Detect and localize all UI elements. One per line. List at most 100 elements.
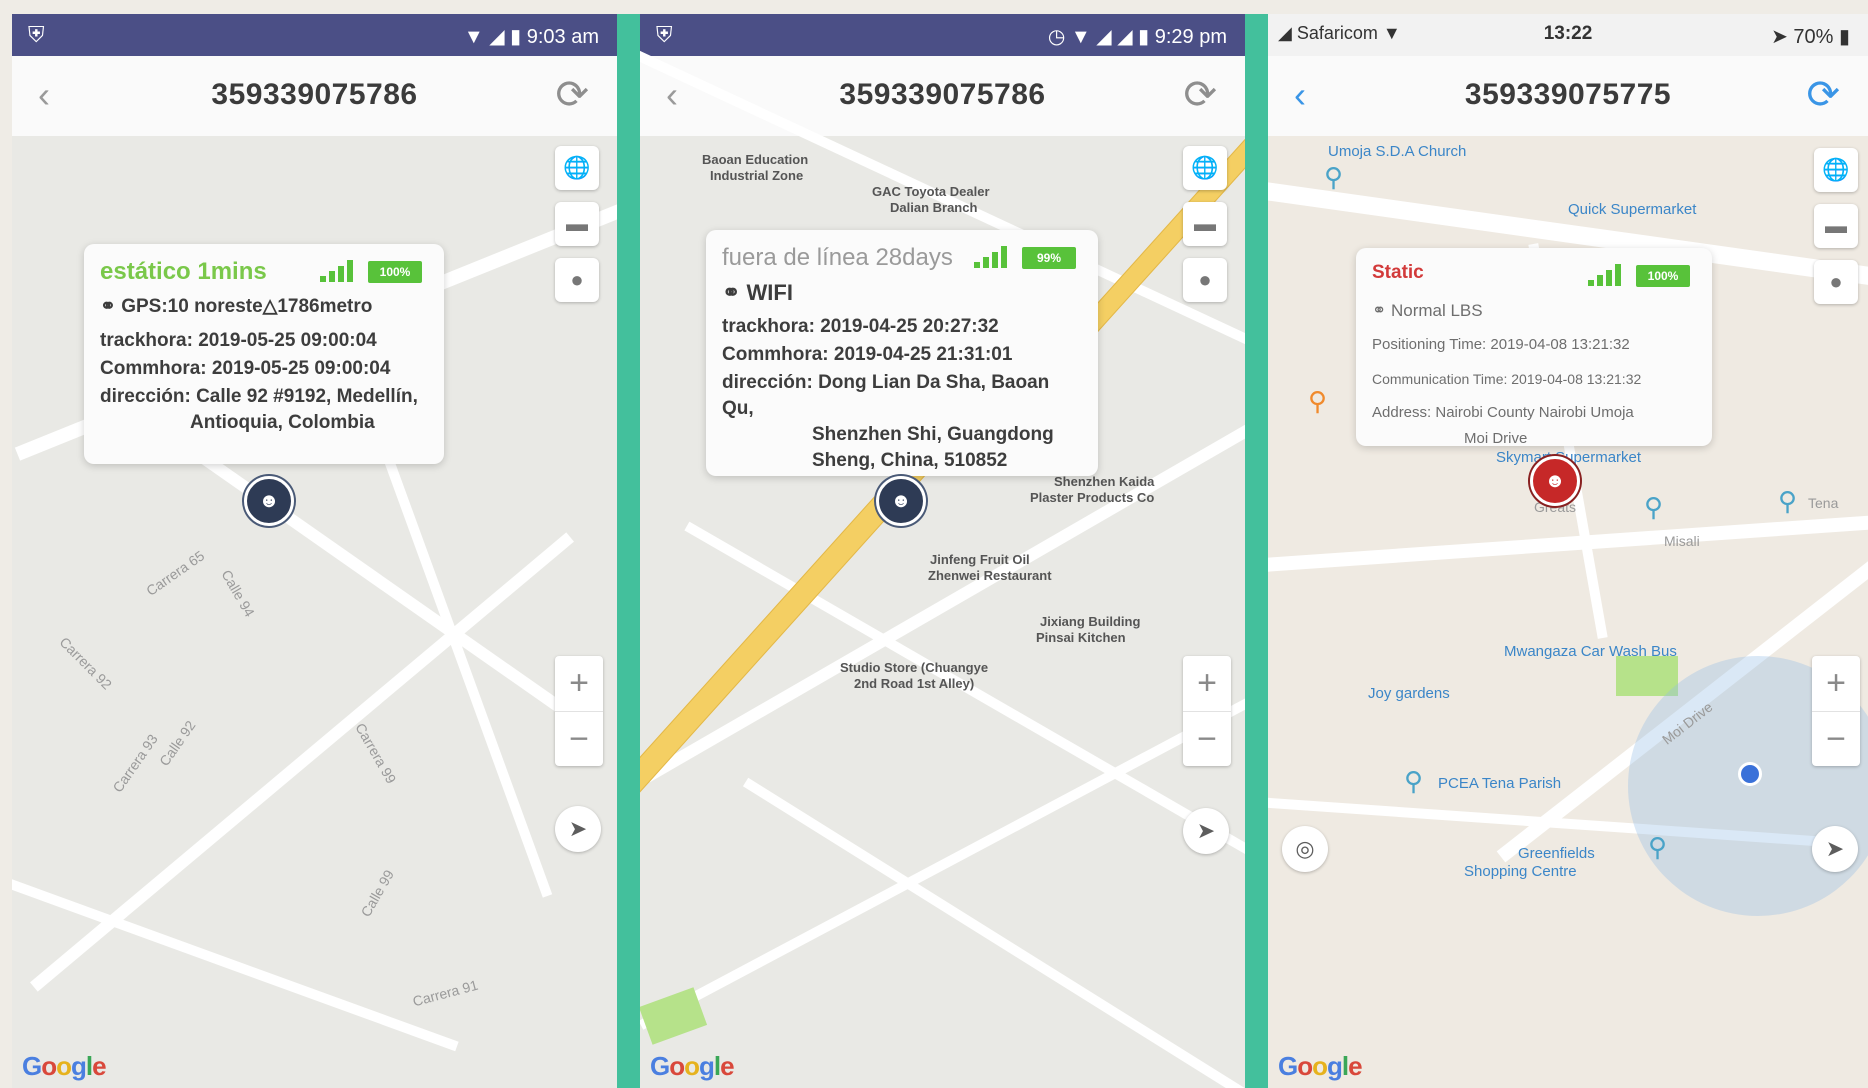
zoom-out-button[interactable]: −: [1183, 712, 1231, 767]
phone-screen-2: ⛨ ◷ ▼ ◢ ◢ ▮ 9:29 pm ‹ 359339075786 ⟳ Bao…: [640, 14, 1245, 1088]
signal-icon: ◢: [1117, 26, 1133, 48]
device-avatar-marker[interactable]: ☻: [244, 476, 294, 526]
place-pin-icon: ⚲: [1648, 832, 1668, 862]
device-id-title: 359339075786: [211, 78, 418, 111]
status-time: 9:29 pm: [1154, 26, 1227, 48]
restaurant-pin-icon: ⚲: [1308, 386, 1328, 416]
map-street: [371, 424, 553, 898]
device-info-popup: fuera de línea 28days 99% ⚭ WIFI trackho…: [706, 230, 1098, 476]
refresh-icon[interactable]: ⟳: [555, 72, 589, 118]
map-label: Joy gardens: [1368, 685, 1450, 702]
location-arrow-icon: ➤: [1771, 26, 1794, 48]
refresh-icon[interactable]: ⟳: [1183, 72, 1217, 118]
map-label: Shenzhen Kaida: [1054, 474, 1155, 489]
map-label: Tena: [1808, 495, 1839, 511]
street-view-icon[interactable]: ▬: [1183, 202, 1227, 246]
shield-icon: ⛨: [656, 22, 673, 47]
top-bar: ‹ 359339075786 ⟳: [12, 56, 617, 137]
comm-time: Commhora: 2019-04-25 21:31:01: [722, 344, 1013, 365]
location-pin-icon[interactable]: ●: [1814, 260, 1858, 304]
positioning-time: Positioning Time: 2019-04-08 13:21:32: [1372, 336, 1630, 353]
map-label: Carrera 92: [56, 633, 116, 693]
zoom-in-button[interactable]: +: [1183, 656, 1231, 712]
map-label: Jixiang Building: [1040, 614, 1141, 629]
battery-level: 100%: [368, 261, 422, 283]
map-label: Misali: [1664, 533, 1700, 549]
zoom-out-button[interactable]: −: [1812, 712, 1860, 767]
wifi-icon: ▼: [1070, 26, 1091, 48]
status-bar: ⛨ ◷ ▼ ◢ ◢ ▮ 9:29 pm: [640, 14, 1245, 56]
communication-time: Communication Time: 2019-04-08 13:21:32: [1372, 371, 1642, 387]
address-line: Sheng, China, 510852: [812, 450, 1008, 471]
map-view[interactable]: Umoja S.D.A Church ⚲ Quick Supermarket S…: [1268, 136, 1868, 1088]
map-view[interactable]: Carrera 65 Calle 94 Carrera 92 Carrera 9…: [12, 136, 617, 1088]
refresh-icon[interactable]: ⟳: [1806, 72, 1840, 118]
zoom-in-button[interactable]: +: [555, 656, 603, 712]
signal-strength-icon: [974, 246, 1008, 268]
place-pin-icon: ⚲: [1778, 486, 1798, 516]
map-label: Carrera 93: [109, 731, 161, 796]
map-label: Pinsai Kitchen: [1036, 630, 1126, 645]
zoom-control: + −: [1183, 656, 1231, 766]
map-label: Jinfeng Fruit Oil: [930, 552, 1030, 567]
signal-icon: ◢: [489, 26, 505, 48]
zoom-out-button[interactable]: −: [555, 712, 603, 767]
map-label: Carrera 99: [352, 720, 400, 787]
zoom-in-button[interactable]: +: [1812, 656, 1860, 712]
top-bar: ‹ 359339075775 ⟳: [1268, 56, 1868, 137]
location-pin-icon[interactable]: ●: [1183, 258, 1227, 302]
map-label: Studio Store (Chuangye: [840, 660, 989, 675]
map-street: [640, 692, 1245, 1030]
battery-percent: 70%: [1793, 26, 1834, 48]
navigate-arrow-icon[interactable]: ➤: [1812, 826, 1858, 872]
map-label: GAC Toyota Dealer: [872, 184, 990, 199]
globe-icon[interactable]: 🌐: [1183, 146, 1227, 190]
map-view[interactable]: Baoan Education Industrial Zone GAC Toyo…: [640, 48, 1245, 1088]
map-label: Quick Supermarket: [1568, 201, 1697, 218]
map-label: Mwangaza Car Wash Bus: [1504, 643, 1677, 660]
positioning-mode: Normal LBS: [1390, 301, 1483, 320]
panel-divider: [617, 14, 640, 1088]
navigate-arrow-icon[interactable]: ➤: [1183, 808, 1229, 854]
map-label: Zhenwei Restaurant: [928, 568, 1052, 583]
device-avatar-marker[interactable]: ☻: [876, 476, 926, 526]
zoom-control: + −: [1812, 656, 1860, 766]
globe-icon[interactable]: 🌐: [1814, 148, 1858, 192]
map-label: Carrera 91: [410, 976, 480, 1010]
wifi-icon: ▼: [463, 26, 484, 48]
track-time: trackhora: 2019-04-25 20:27:32: [722, 316, 999, 337]
shield-icon: ⛨: [28, 22, 45, 47]
alarm-icon: ◷: [1047, 26, 1066, 48]
address-line: Antioquia, Colombia: [190, 412, 375, 433]
map-label: Umoja S.D.A Church: [1328, 143, 1467, 160]
battery-icon: ▮: [510, 26, 522, 48]
map-label: Calle 99: [357, 867, 398, 920]
status-bar: ⛨ ▼ ◢ ▮ 9:03 am: [12, 14, 617, 56]
map-label: Industrial Zone: [710, 168, 804, 183]
map-label: Baoan Education: [702, 152, 809, 167]
device-info-popup: Static 100% ⚭ Normal LBS Positioning Tim…: [1356, 248, 1712, 447]
positioning-mode: GPS:10 noreste△1786metro: [121, 296, 373, 317]
map-label: Plaster Products Co: [1030, 490, 1155, 505]
address-line: Shenzhen Shi, Guangdong: [812, 424, 1054, 445]
device-avatar-marker[interactable]: ☻: [1530, 456, 1580, 506]
address-line: Moi Drive: [1464, 430, 1528, 447]
device-info-popup: estático 1mins 100% ⚭ GPS:10 noreste△178…: [84, 244, 444, 464]
street-view-icon[interactable]: ▬: [1814, 204, 1858, 248]
target-icon[interactable]: ◎: [1282, 826, 1328, 872]
location-pin-icon[interactable]: ●: [555, 258, 599, 302]
battery-level: 99%: [1022, 247, 1076, 269]
street-view-icon[interactable]: ▬: [555, 202, 599, 246]
map-label: Carrera 65: [143, 547, 208, 599]
map-label: Greenfields: [1518, 845, 1595, 862]
navigate-arrow-icon[interactable]: ➤: [555, 806, 601, 852]
gps-icon: ⚭: [100, 296, 122, 317]
globe-icon[interactable]: 🌐: [555, 146, 599, 190]
map-label: Dalian Branch: [890, 200, 978, 215]
map-label: PCEA Tena Parish: [1438, 775, 1562, 792]
signal-strength-icon: [1588, 264, 1622, 286]
map-street: [12, 870, 459, 1052]
map-label: Shopping Centre: [1464, 863, 1577, 880]
panel-divider: [1245, 14, 1268, 1088]
status-bar: ◢ Safaricom ▼ 13:22 ➤ 70% ▮: [1268, 14, 1868, 56]
